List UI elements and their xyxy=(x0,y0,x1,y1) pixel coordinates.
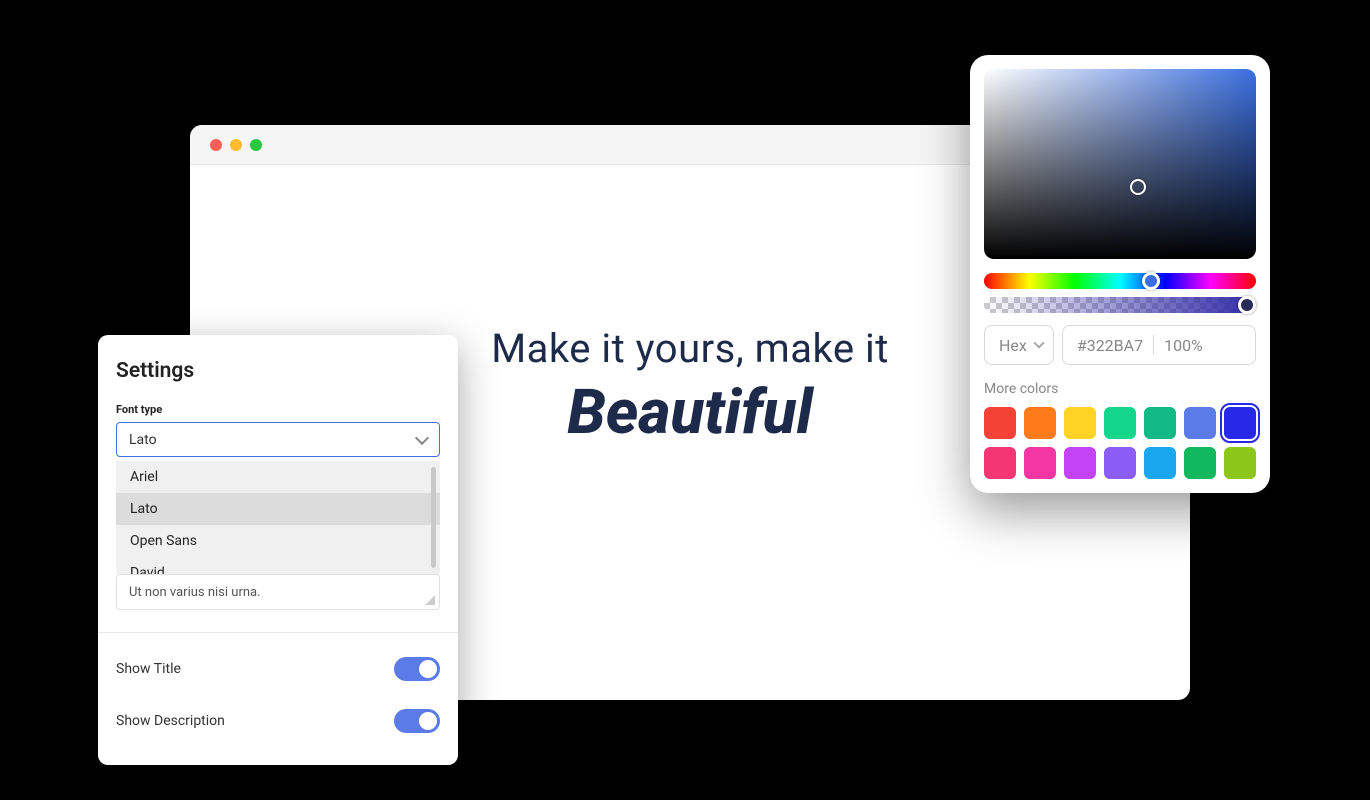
color-swatch[interactable] xyxy=(1224,407,1256,439)
saturation-gradient[interactable] xyxy=(984,69,1256,259)
more-colors-label: More colors xyxy=(984,381,1256,397)
color-swatch[interactable] xyxy=(1184,447,1216,479)
picker-controls: Hex #322BA7 100% xyxy=(984,325,1256,365)
hero-title: Beautiful xyxy=(567,376,813,449)
color-swatch[interactable] xyxy=(1144,407,1176,439)
color-swatch[interactable] xyxy=(1224,447,1256,479)
font-type-label: Font type xyxy=(116,403,440,416)
hue-thumb-icon[interactable] xyxy=(1142,272,1160,290)
chevron-down-icon xyxy=(415,431,429,445)
format-value: Hex xyxy=(999,336,1027,355)
color-swatch[interactable] xyxy=(1104,447,1136,479)
toggle-label: Show Title xyxy=(116,661,181,677)
toggle-label: Show Description xyxy=(116,713,225,729)
color-swatch[interactable] xyxy=(1184,407,1216,439)
alpha-slider[interactable] xyxy=(984,297,1256,313)
description-textarea[interactable]: Ut non varius nisi urna. xyxy=(116,574,440,610)
hero-title-text: Beautiful xyxy=(567,376,813,449)
font-option[interactable]: David xyxy=(116,557,440,574)
font-option[interactable]: Open Sans xyxy=(116,525,440,557)
settings-title: Settings xyxy=(116,359,440,383)
font-options-list: Ariel Lato Open Sans David xyxy=(116,461,440,574)
color-swatch[interactable] xyxy=(1064,447,1096,479)
show-title-toggle[interactable] xyxy=(394,657,440,681)
separator xyxy=(1153,335,1154,355)
maximize-window-icon[interactable] xyxy=(250,139,262,151)
color-swatch[interactable] xyxy=(1024,447,1056,479)
font-select[interactable]: Lato xyxy=(116,422,440,457)
resize-grip-icon[interactable] xyxy=(425,595,435,605)
show-description-toggle[interactable] xyxy=(394,709,440,733)
divider xyxy=(98,632,458,633)
settings-panel: Settings Font type Lato Ariel Lato Open … xyxy=(98,335,458,765)
show-description-row: Show Description xyxy=(116,695,440,747)
show-title-row: Show Title xyxy=(116,643,440,695)
textarea-value: Ut non varius nisi urna. xyxy=(129,585,261,600)
color-swatch[interactable] xyxy=(1144,447,1176,479)
color-swatch[interactable] xyxy=(1064,407,1096,439)
font-select-value: Lato xyxy=(129,432,157,448)
font-option[interactable]: Lato xyxy=(116,493,440,525)
chevron-down-icon xyxy=(1033,337,1044,348)
color-swatch[interactable] xyxy=(984,447,1016,479)
hue-slider[interactable] xyxy=(984,273,1256,289)
color-swatch[interactable] xyxy=(1104,407,1136,439)
minimize-window-icon[interactable] xyxy=(230,139,242,151)
hex-value: #322BA7 xyxy=(1077,336,1143,355)
swatch-grid xyxy=(984,407,1256,479)
alpha-thumb-icon[interactable] xyxy=(1238,296,1256,314)
gradient-cursor-icon[interactable] xyxy=(1130,179,1146,195)
color-picker-panel: Hex #322BA7 100% More colors xyxy=(970,55,1270,493)
color-swatch[interactable] xyxy=(984,407,1016,439)
opacity-value: 100% xyxy=(1164,336,1203,355)
color-format-select[interactable]: Hex xyxy=(984,325,1054,365)
color-swatch[interactable] xyxy=(1024,407,1056,439)
hex-input[interactable]: #322BA7 100% xyxy=(1062,325,1256,365)
font-option[interactable]: Ariel xyxy=(116,461,440,493)
close-window-icon[interactable] xyxy=(210,139,222,151)
